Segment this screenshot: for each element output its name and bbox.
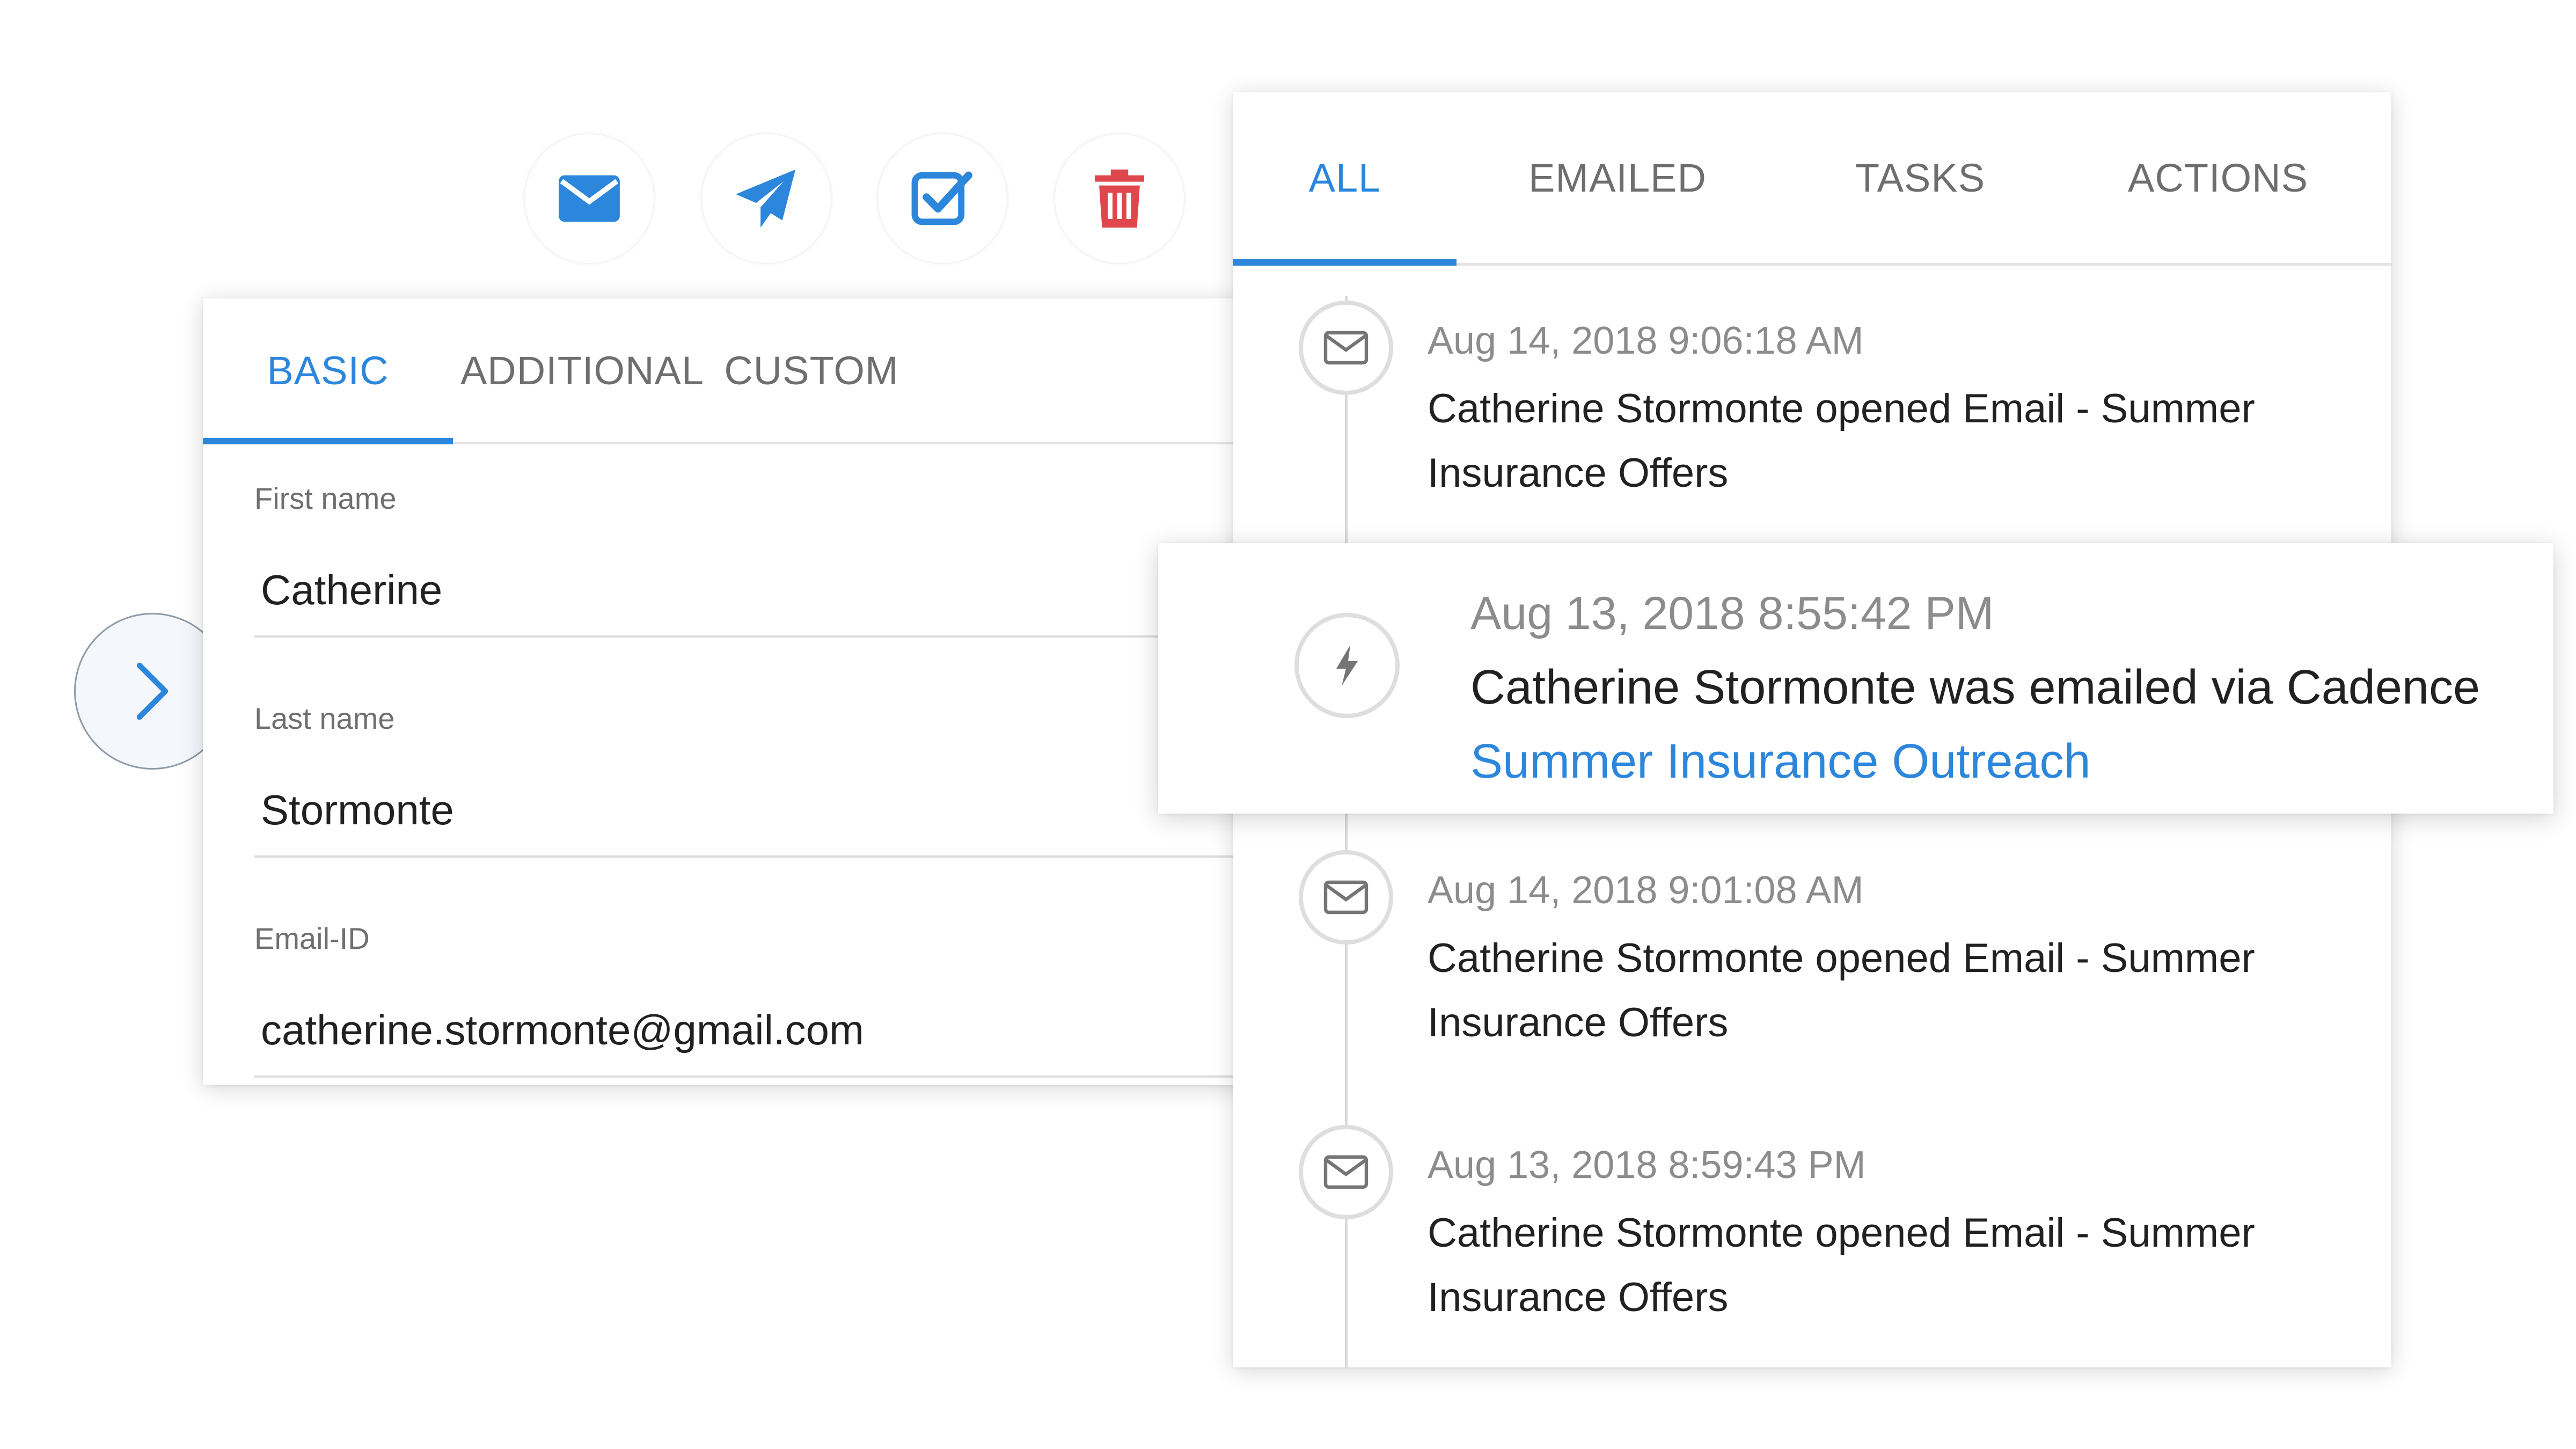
send-action-button[interactable] xyxy=(702,134,831,263)
envelope-icon xyxy=(1323,331,1368,365)
tab-emailed[interactable]: EMAILED xyxy=(1457,92,1779,263)
lightning-icon xyxy=(1336,645,1358,686)
activity-date: Aug 14, 2018 9:01:08 AM xyxy=(1428,869,1864,912)
activity-icon-badge xyxy=(1299,301,1393,395)
activity-tab-bar: ALL EMAILED TASKS ACTIONS xyxy=(1233,92,2391,266)
activity-description-line: Catherine Stormonte opened Email - Summe… xyxy=(1428,386,2255,431)
activity-icon-badge xyxy=(1299,1125,1393,1219)
delete-action-button[interactable] xyxy=(1055,134,1184,263)
tab-basic-label: BASIC xyxy=(267,348,389,393)
checkbox-icon xyxy=(911,171,972,225)
trash-icon xyxy=(1094,169,1145,228)
tab-additional-label: ADDITIONAL xyxy=(460,348,705,393)
activity-date: Aug 14, 2018 9:06:18 AM xyxy=(1428,319,1864,362)
activity-description-line: Catherine Stormonte opened Email - Summe… xyxy=(1428,1210,2255,1256)
first-name-field[interactable]: Catherine xyxy=(261,566,442,614)
envelope-icon xyxy=(559,175,620,222)
active-tab-indicator xyxy=(203,438,453,444)
tab-basic[interactable]: BASIC xyxy=(203,298,453,444)
last-name-field[interactable]: Stormonte xyxy=(261,786,454,835)
email-id-field[interactable]: catherine.stormonte@gmail.com xyxy=(261,1006,864,1055)
contact-form-card: BASIC ADDITIONAL CUSTOM First name Cathe… xyxy=(203,298,1271,1085)
paper-plane-icon xyxy=(736,169,796,228)
tab-all[interactable]: ALL xyxy=(1233,92,1457,266)
tab-tasks-label: TASKS xyxy=(1855,155,1986,200)
activity-description-line: Catherine Stormonte opened Email - Summe… xyxy=(1428,935,2255,981)
activity-description: Catherine Stormonte opened Email - Summe… xyxy=(1428,377,2308,506)
envelope-icon xyxy=(1323,1155,1368,1189)
email-id-underline xyxy=(254,1075,1271,1078)
first-name-underline xyxy=(254,635,1271,638)
envelope-icon xyxy=(1323,880,1368,914)
activity-description: Catherine Stormonte was emailed via Cade… xyxy=(1470,661,2480,714)
last-name-underline xyxy=(254,855,1271,858)
tab-additional[interactable]: ADDITIONAL xyxy=(453,298,712,442)
email-id-label: Email-ID xyxy=(254,921,370,955)
first-name-label: First name xyxy=(254,481,397,515)
activity-description: Catherine Stormonte opened Email - Summe… xyxy=(1428,926,2308,1055)
chevron-right-icon xyxy=(136,662,169,720)
contact-tab-bar: BASIC ADDITIONAL CUSTOM xyxy=(203,298,1271,444)
cadence-link[interactable]: Summer Insurance Outreach xyxy=(1470,734,2091,789)
last-name-label: Last name xyxy=(254,701,395,735)
activity-description: Catherine Stormonte opened Email - Summe… xyxy=(1428,1201,2308,1330)
tab-all-label: ALL xyxy=(1308,155,1381,200)
tab-actions-label: ACTIONS xyxy=(2128,155,2308,200)
highlighted-activity-item[interactable]: Aug 13, 2018 8:55:42 PM Catherine Stormo… xyxy=(1158,543,2553,814)
task-action-button[interactable] xyxy=(878,134,1007,263)
tab-custom[interactable]: CUSTOM xyxy=(712,298,911,442)
activity-icon-badge xyxy=(1299,850,1393,945)
activity-description-line: Insurance Offers xyxy=(1428,1275,1729,1320)
activity-description-line: Insurance Offers xyxy=(1428,450,1729,496)
tab-emailed-label: EMAILED xyxy=(1528,155,1707,200)
activity-date: Aug 13, 2018 8:59:43 PM xyxy=(1428,1144,1866,1187)
tab-tasks[interactable]: TASKS xyxy=(1779,92,2062,263)
tab-actions[interactable]: ACTIONS xyxy=(2062,92,2374,263)
activity-icon-badge xyxy=(1294,613,1400,718)
activity-date: Aug 13, 2018 8:55:42 PM xyxy=(1470,588,1994,639)
activity-description-line: Insurance Offers xyxy=(1428,1000,1729,1045)
active-tab-indicator xyxy=(1233,259,1457,266)
email-action-button[interactable] xyxy=(525,134,654,263)
tab-custom-label: CUSTOM xyxy=(724,348,899,393)
